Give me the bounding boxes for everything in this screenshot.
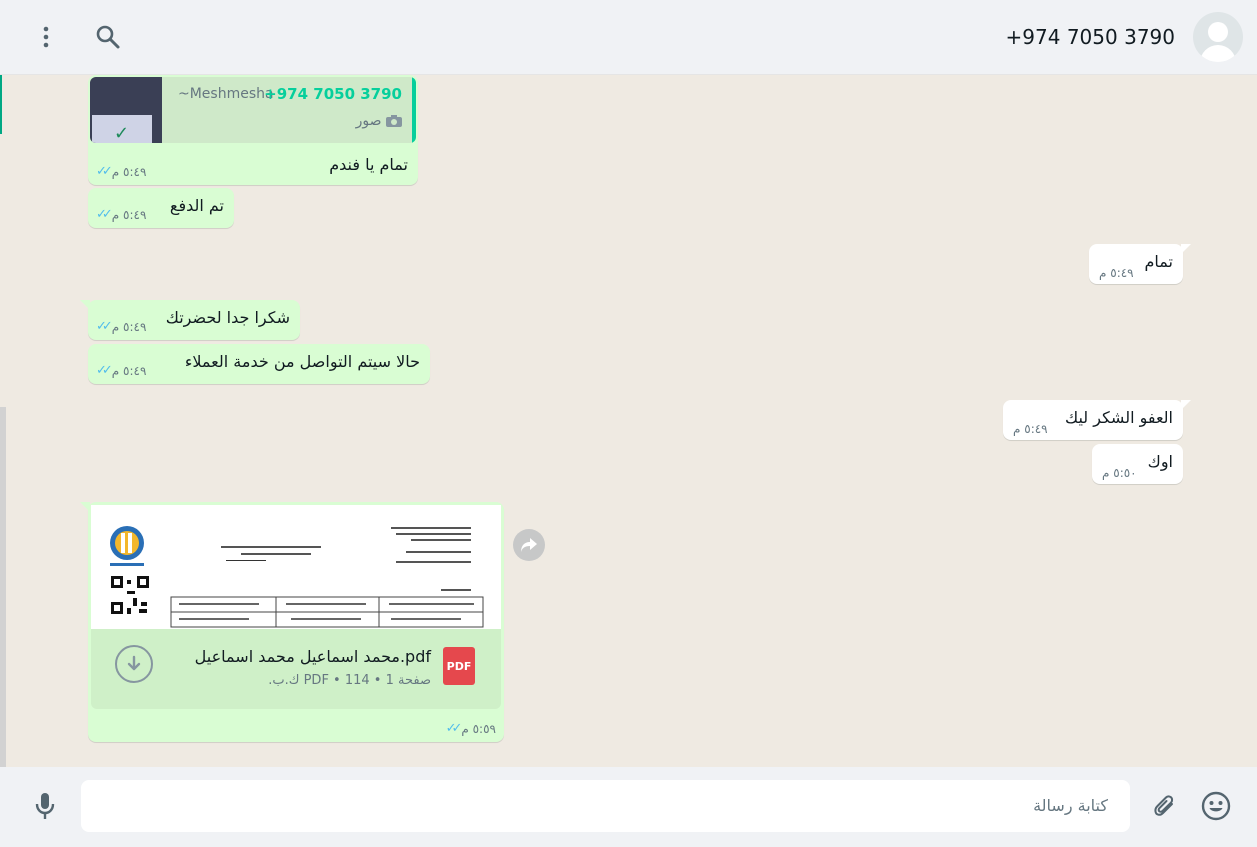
message-text: تمام — [1144, 252, 1173, 271]
quoted-photo-thumbnail: ✓ — [90, 77, 162, 143]
message-time: ٥:٤٩ م — [111, 319, 147, 334]
quoted-push-name: ~Meshmesha — [178, 86, 274, 102]
document-preview[interactable] — [91, 505, 501, 629]
more-vertical-icon — [43, 26, 49, 48]
message-text: تم الدفع — [169, 196, 224, 215]
message-meta: ✓✓ ٥:٥٩ م — [446, 721, 496, 736]
scrollbar[interactable] — [0, 407, 6, 767]
chat-header: +974 7050 3790 — [0, 0, 1257, 75]
message-time: ٥:٤٩ م — [1013, 422, 1048, 436]
pdf-icon: PDF — [443, 647, 475, 685]
document-card[interactable]: محمد اسماعيل محمد اسماعيل.pdf صفحة 1 • P… — [91, 629, 501, 709]
message-time: ٥:٤٩ م — [111, 207, 147, 222]
message-text: شكرا جدا لحضرتك — [165, 308, 290, 327]
forward-icon — [521, 538, 537, 552]
download-button[interactable] — [115, 645, 153, 683]
voice-button[interactable] — [29, 790, 61, 822]
emoji-button[interactable] — [1200, 790, 1232, 822]
download-icon — [127, 655, 141, 671]
search-icon — [96, 25, 120, 49]
double-check-icon: ✓✓ — [96, 319, 113, 334]
double-check-icon: ✓✓ — [96, 363, 113, 378]
double-check-icon: ✓✓ — [96, 207, 113, 222]
message-time: ٥:٤٩ م — [1099, 266, 1134, 280]
message-meta: ✓✓ ٥:٤٩ م — [96, 319, 146, 334]
message-text: اوك — [1147, 452, 1173, 471]
message-bubble-reply[interactable]: ✓ ~Meshmesha +974 7050 3790 صور تمام يا … — [88, 75, 418, 185]
message-meta: ✓✓ ٥:٤٩ م — [96, 207, 146, 222]
message-input[interactable]: كتابة رسالة — [81, 780, 1130, 832]
attach-button[interactable] — [1149, 790, 1181, 822]
message-time: ٥:٥٩ م — [461, 721, 496, 736]
camera-icon — [386, 115, 402, 127]
avatar[interactable] — [1193, 12, 1243, 62]
contact-name[interactable]: +974 7050 3790 — [1006, 25, 1175, 49]
pdf-badge-label: PDF — [446, 659, 472, 673]
message-bubble[interactable]: تم الدفع ✓✓ ٥:٤٩ م — [88, 188, 234, 228]
double-check-icon: ✓✓ — [445, 721, 463, 736]
message-list[interactable]: ✓ ~Meshmesha +974 7050 3790 صور تمام يا … — [0, 75, 1257, 766]
microphone-icon — [35, 793, 55, 819]
message-bubble[interactable]: حالا سيتم التواصل من خدمة العملاء ✓✓ ٥:٤… — [88, 344, 430, 384]
document-preview-image — [91, 505, 501, 629]
message-text: تمام يا فندم — [329, 155, 408, 174]
document-message[interactable]: محمد اسماعيل محمد اسماعيل.pdf صفحة 1 • P… — [80, 502, 504, 742]
quoted-type-label: صور — [355, 113, 382, 129]
message-meta: ✓✓ ٥:٤٩ م — [96, 363, 146, 378]
menu-button[interactable] — [30, 21, 62, 53]
document-filename: محمد اسماعيل محمد اسماعيل.pdf — [194, 647, 431, 666]
paperclip-icon — [1154, 795, 1174, 816]
composer-bar: كتابة رسالة — [0, 767, 1257, 847]
emoji-icon — [1201, 791, 1231, 821]
quoted-message[interactable]: ✓ ~Meshmesha +974 7050 3790 صور — [90, 77, 416, 143]
message-meta: ✓✓ ٥:٤٩ م — [96, 164, 146, 179]
message-input-placeholder: كتابة رسالة — [1033, 796, 1108, 815]
message-text: حالا سيتم التواصل من خدمة العملاء — [184, 352, 420, 371]
message-time: ٥:٥٠ م — [1102, 466, 1137, 480]
double-check-icon: ✓✓ — [96, 164, 113, 179]
message-text: العفو الشكر ليك — [1064, 408, 1173, 427]
message-time: ٥:٤٩ م — [111, 164, 147, 179]
document-info: صفحة 1 • PDF • 114 ك.ب. — [268, 673, 431, 688]
quote-bar — [412, 77, 416, 143]
quoted-type: صور — [356, 113, 402, 129]
message-time: ٥:٤٩ م — [111, 363, 147, 378]
quoted-sender: +974 7050 3790 — [264, 85, 402, 103]
search-button[interactable] — [92, 21, 124, 53]
message-bubble-incoming[interactable]: اوك ٥:٥٠ م — [1092, 444, 1183, 484]
message-bubble[interactable]: شكرا جدا لحضرتك ✓✓ ٥:٤٩ م — [80, 300, 300, 340]
message-bubble-incoming[interactable]: تمام ٥:٤٩ م — [1089, 244, 1191, 284]
message-bubble-incoming[interactable]: العفو الشكر ليك ٥:٤٩ م — [1003, 400, 1191, 440]
forward-button[interactable] — [513, 529, 545, 561]
